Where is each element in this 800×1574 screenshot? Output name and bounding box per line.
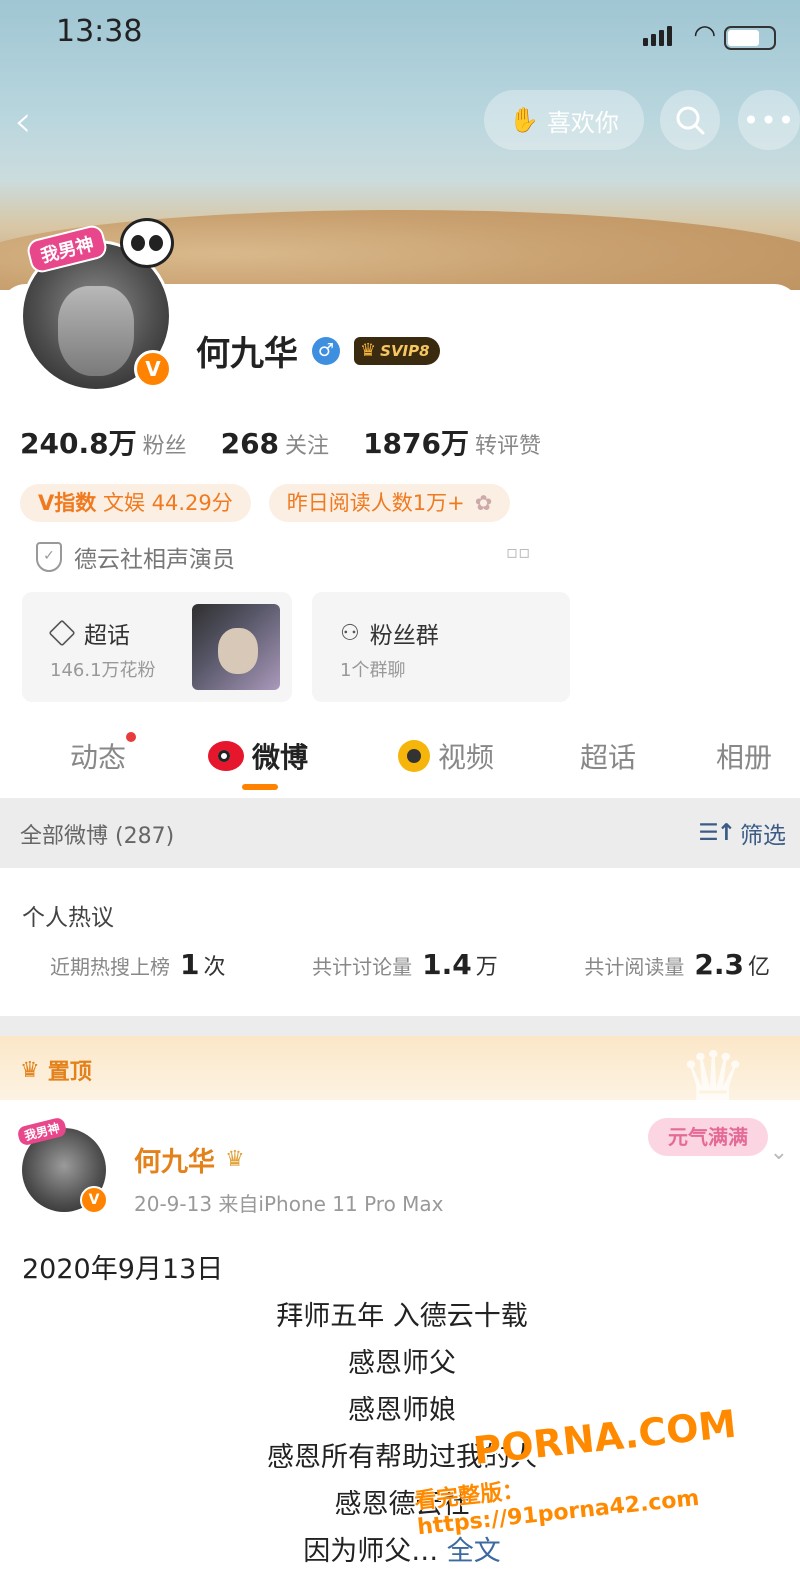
metric-hot-search: 近期热搜上榜 1 次	[50, 948, 226, 981]
all-weibo-count[interactable]: 全部微博 (287)	[20, 818, 174, 850]
profile-name-row: 何九华 ♂ ♛ SVIP8	[196, 326, 440, 375]
read-more-link[interactable]: 全文	[447, 1536, 501, 1567]
verified-icon: V	[134, 350, 172, 388]
chevron-left-icon: ‹	[14, 96, 32, 147]
post-line: 拜师五年 入德云十载	[276, 1301, 528, 1332]
signal-icon	[643, 26, 672, 46]
status-bar: 13:38 ◠	[0, 10, 800, 54]
super-topic-card[interactable]: 超话 146.1万花粉	[22, 592, 292, 702]
hot-discussion-title: 个人热议	[22, 905, 114, 931]
post-line: 感恩师父	[348, 1348, 456, 1379]
post-line-last: 因为师父… 全文	[303, 1536, 501, 1567]
search-icon	[676, 106, 705, 135]
super-topic-title: 超话	[84, 623, 130, 649]
member-crown-icon: ♛	[225, 1147, 245, 1172]
like-you-label: 喜欢你	[546, 108, 619, 137]
group-icon: ⚇	[340, 620, 360, 646]
more-button[interactable]: •••	[738, 90, 800, 150]
card-sticker: 元气满满	[648, 1118, 768, 1156]
readers-text: 昨日阅读人数1万+	[286, 491, 465, 515]
flower-icon: ✿	[474, 491, 493, 515]
profile-tabs: 动态 微博 视频 超话 相册	[0, 716, 800, 798]
stat-label: 粉丝	[142, 434, 187, 459]
tab-dynamics[interactable]: 动态	[70, 732, 137, 776]
hot-discussion-panel[interactable]: 个人热议 近期热搜上榜 1 次 共计讨论量 1.4 万 共计阅读量 2.3 亿	[0, 868, 800, 1016]
verified-icon: V	[80, 1186, 108, 1214]
svip-label: SVIP8	[380, 341, 430, 360]
v-index-prefix: V指数	[38, 491, 97, 515]
crown-icon: ♛	[360, 340, 377, 361]
fan-group-title: 粉丝群	[369, 623, 439, 649]
v-index-tag[interactable]: V指数 文娱 44.29分	[20, 484, 251, 522]
tab-album[interactable]: 相册	[716, 736, 772, 776]
post-avatar-sticker: 我男神	[16, 1116, 68, 1147]
tab-weibo[interactable]: 微博	[208, 736, 308, 776]
metric-reads: 共计阅读量 2.3 亿	[584, 948, 770, 981]
filter-bar: 全部微博 (287) ☰↑ 筛选	[0, 798, 800, 868]
post-avatar[interactable]: 我男神 V	[16, 1116, 108, 1214]
back-button[interactable]: ‹	[14, 96, 54, 148]
profile-avatar[interactable]: 我男神 V	[20, 218, 176, 396]
pinned-header: ♛ 置顶 ♛	[0, 1036, 800, 1120]
metric-discussions: 共计讨论量 1.4 万	[312, 948, 498, 981]
tab-label: 超话	[580, 741, 637, 774]
stat-value: 1876万	[363, 427, 469, 460]
post-line: 2020年9月13日	[22, 1254, 224, 1285]
hot-metrics: 近期热搜上榜 1 次 共计讨论量 1.4 万 共计阅读量 2.3 亿	[50, 948, 770, 981]
profile-stats: 240.8万 粉丝 268 关注 1876万 转评赞	[20, 422, 541, 462]
stat-following[interactable]: 268 关注	[221, 427, 329, 460]
super-topic-sub: 146.1万花粉	[50, 660, 156, 681]
panda-icon	[120, 218, 174, 268]
filter-label: 筛选	[740, 823, 786, 849]
super-topic-thumbnail	[192, 604, 280, 690]
certification: ✓ 德云社相声演员	[36, 540, 235, 574]
diamond-icon	[48, 619, 76, 647]
section-divider	[0, 1016, 800, 1036]
fan-group-sub: 1个群聊	[340, 660, 406, 681]
tab-video[interactable]: 视频	[398, 736, 494, 776]
tab-label: 动态	[70, 741, 127, 774]
weibo-logo-icon	[208, 741, 244, 771]
filter-button[interactable]: ☰↑ 筛选	[698, 816, 786, 850]
crown-icon: ♛	[20, 1057, 40, 1083]
stat-label: 关注	[285, 434, 330, 459]
stat-value: 240.8万	[20, 427, 137, 460]
chevron-down-icon[interactable]: ⌄	[770, 1140, 788, 1165]
status-time: 13:38	[56, 14, 143, 49]
v-index-text: 文娱 44.29分	[102, 491, 233, 515]
hand-icon: ✋	[509, 106, 539, 134]
tab-label: 视频	[438, 741, 495, 774]
unread-dot	[126, 732, 137, 742]
post-author[interactable]: 何九华	[134, 1140, 215, 1179]
certification-mark-icon: ▫▫	[506, 542, 531, 563]
battery-icon	[724, 26, 776, 50]
stat-value: 268	[220, 427, 280, 460]
shield-icon: ✓	[36, 542, 62, 572]
fan-group-card[interactable]: ⚇ 粉丝群 1个群聊	[312, 592, 570, 702]
male-gender-icon: ♂	[312, 336, 340, 365]
filter-icon: ☰↑	[698, 820, 736, 846]
video-icon	[398, 740, 430, 772]
stat-interactions[interactable]: 1876万 转评赞	[363, 422, 541, 462]
like-you-button[interactable]: ✋ 喜欢你	[484, 90, 644, 150]
certification-text: 德云社相声演员	[74, 547, 235, 573]
profile-name: 何九华	[196, 334, 298, 374]
readers-tag[interactable]: 昨日阅读人数1万+ ✿	[268, 484, 511, 522]
search-button[interactable]	[660, 90, 720, 150]
wifi-icon: ◠	[693, 20, 716, 50]
pinned-label: 置顶	[47, 1060, 92, 1085]
stat-label: 转评赞	[475, 434, 542, 459]
svip-badge[interactable]: ♛ SVIP8	[354, 336, 440, 365]
stat-followers[interactable]: 240.8万 粉丝	[20, 422, 187, 462]
post-meta: 20-9-13 来自iPhone 11 Pro Max	[134, 1192, 444, 1216]
more-icon: •••	[742, 103, 796, 137]
active-tab-indicator	[242, 784, 278, 790]
tab-super-topic[interactable]: 超话	[580, 736, 636, 776]
tab-label: 微博	[252, 741, 309, 774]
tab-label: 相册	[716, 741, 773, 774]
profile-tags: V指数 文娱 44.29分 昨日阅读人数1万+ ✿	[20, 484, 511, 522]
